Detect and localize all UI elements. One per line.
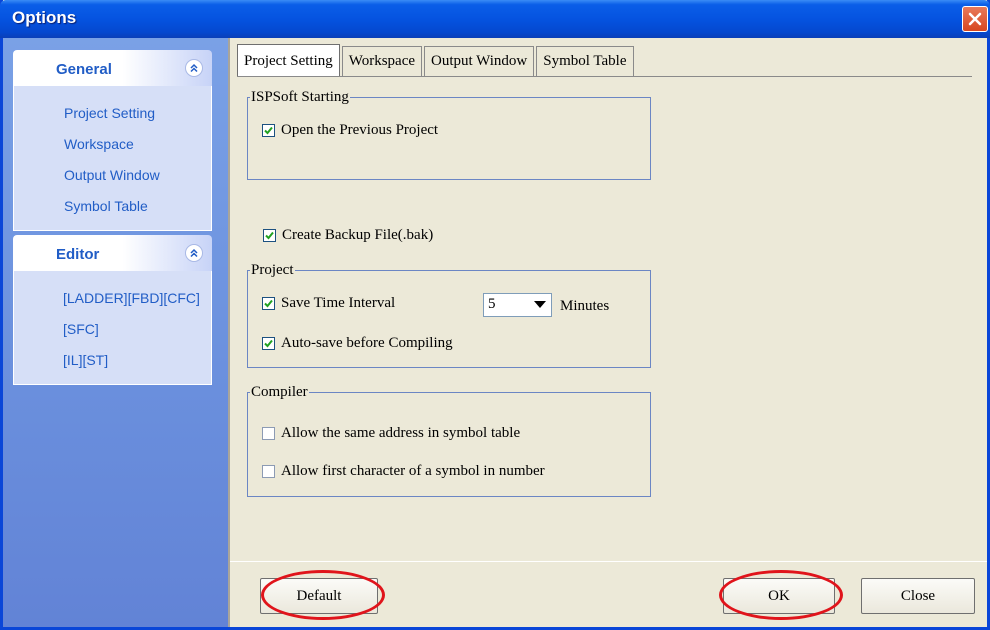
- nav-link-workspace[interactable]: Workspace: [14, 129, 211, 160]
- close-icon[interactable]: [962, 6, 988, 32]
- project-setting-panel: ISPSoft Starting Open the Previous Proje…: [237, 76, 972, 561]
- window-title: Options: [12, 8, 77, 27]
- open-previous-checkbox[interactable]: Open the Previous Project: [262, 122, 438, 139]
- nav-group-body-general: Project Setting Workspace Output Window …: [13, 86, 212, 231]
- compiler-group: Compiler Allow the same address in symbo…: [247, 383, 651, 497]
- group-legend: Project: [250, 261, 295, 279]
- startup-group: ISPSoft Starting Open the Previous Proje…: [247, 88, 651, 180]
- options-nav-pane: General Project Setting Workspace Output…: [3, 38, 228, 627]
- collapse-chevron-icon[interactable]: [185, 244, 203, 262]
- project-group: Project Save Time Interval 5 Minutes Aut…: [247, 261, 651, 368]
- highlight-ellipse-ok: [719, 570, 843, 620]
- tab-symbol-table[interactable]: Symbol Table: [536, 46, 634, 76]
- group-legend: Compiler: [250, 383, 309, 401]
- options-dialog: Options General Project Setting Workspac…: [0, 0, 990, 630]
- interval-select[interactable]: 5: [483, 293, 552, 317]
- nav-group-editor: Editor [LADDER][FBD][CFC] [SFC] [IL][ST]: [13, 235, 212, 385]
- nav-group-title: Editor: [56, 246, 100, 263]
- checkbox-unchecked-icon[interactable]: [262, 465, 275, 478]
- same-address-checkbox[interactable]: Allow the same address in symbol table: [262, 425, 520, 442]
- autosave-checkbox[interactable]: Auto-save before Compiling: [262, 335, 453, 352]
- dialog-button-bar: Default OK Close: [230, 561, 987, 627]
- nav-group-general: General Project Setting Workspace Output…: [13, 50, 212, 231]
- checkbox-label: Allow the same address in symbol table: [281, 425, 521, 441]
- checkbox-label: Auto-save before Compiling: [281, 335, 453, 351]
- tab-strip: Project Setting Workspace Output Window …: [237, 44, 636, 76]
- nav-group-body-editor: [LADDER][FBD][CFC] [SFC] [IL][ST]: [13, 271, 212, 385]
- group-legend: ISPSoft Starting: [250, 88, 350, 106]
- checkbox-unchecked-icon[interactable]: [262, 427, 275, 440]
- checkbox-checked-icon[interactable]: [262, 337, 275, 350]
- create-backup-checkbox[interactable]: Create Backup File(.bak): [263, 227, 433, 244]
- interval-unit: Minutes: [560, 298, 610, 314]
- nav-link-ladder-fbd-cfc[interactable]: [LADDER][FBD][CFC]: [14, 283, 211, 314]
- checkbox-checked-icon[interactable]: [262, 124, 275, 137]
- nav-group-header-editor[interactable]: Editor: [13, 235, 212, 271]
- nav-group-title: General: [56, 61, 112, 78]
- save-interval-checkbox[interactable]: Save Time Interval: [262, 295, 395, 312]
- checkbox-checked-icon[interactable]: [262, 297, 275, 310]
- nav-group-header-general[interactable]: General: [13, 50, 212, 86]
- collapse-chevron-icon[interactable]: [185, 59, 203, 77]
- checkbox-label: Create Backup File(.bak): [282, 227, 434, 243]
- checkbox-label: Allow first character of a symbol in num…: [281, 463, 545, 479]
- interval-value: 5: [488, 296, 496, 312]
- close-button[interactable]: Close: [861, 578, 975, 614]
- first-char-number-checkbox[interactable]: Allow first character of a symbol in num…: [262, 463, 545, 480]
- title-bar[interactable]: Options: [0, 0, 990, 38]
- tab-workspace[interactable]: Workspace: [341, 46, 423, 76]
- nav-link-il-st[interactable]: [IL][ST]: [14, 345, 211, 376]
- checkbox-checked-icon[interactable]: [263, 229, 276, 242]
- nav-link-sfc[interactable]: [SFC]: [14, 314, 211, 345]
- options-content: Project Setting Workspace Output Window …: [228, 38, 987, 627]
- nav-link-symbol-table[interactable]: Symbol Table: [14, 191, 211, 222]
- nav-link-output-window[interactable]: Output Window: [14, 160, 211, 191]
- chevron-down-icon[interactable]: [533, 298, 547, 312]
- checkbox-label: Save Time Interval: [281, 295, 396, 311]
- nav-link-project-setting[interactable]: Project Setting: [14, 98, 211, 129]
- tab-output-window[interactable]: Output Window: [424, 46, 535, 76]
- tab-project-setting[interactable]: Project Setting: [237, 44, 340, 76]
- highlight-ellipse-default: [261, 570, 385, 620]
- checkbox-label: Open the Previous Project: [281, 122, 439, 138]
